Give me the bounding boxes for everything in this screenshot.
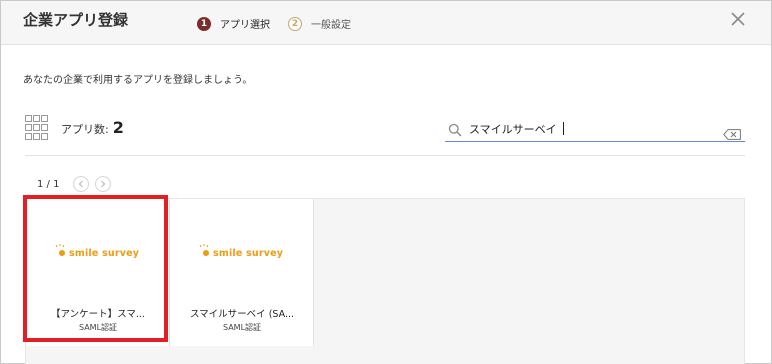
smile-survey-logo: smile survey bbox=[55, 244, 139, 260]
text-caret bbox=[563, 122, 564, 135]
app-count-value: 2 bbox=[112, 118, 124, 137]
step-label-1: アプリ選択 bbox=[220, 20, 270, 31]
chevron-right-icon[interactable] bbox=[95, 176, 112, 192]
app-count-label: アプリ数: bbox=[61, 123, 109, 136]
dialog-header: 企業アプリ登録 1 アプリ選択 2 一般設定 bbox=[1, 1, 771, 45]
app-list: smile survey 【アンケート】スマ... SAML認証 smile s… bbox=[25, 198, 745, 364]
dialog-title: 企業アプリ登録 bbox=[23, 11, 129, 29]
pagination: 1 / 1 bbox=[37, 176, 112, 192]
app-auth-type: SAML認証 bbox=[222, 323, 262, 332]
step-number-1: 1 bbox=[197, 16, 211, 31]
search-input[interactable] bbox=[469, 120, 719, 138]
app-auth-type: SAML認証 bbox=[78, 323, 118, 332]
app-name: 【アンケート】スマ... bbox=[51, 309, 145, 320]
step-label-2: 一般設定 bbox=[311, 20, 351, 31]
chevron-left-icon[interactable] bbox=[73, 176, 90, 192]
app-card[interactable]: smile survey 【アンケート】スマ... SAML認証 bbox=[26, 199, 170, 346]
page-indicator: 1 / 1 bbox=[37, 178, 60, 190]
search-box[interactable] bbox=[445, 118, 745, 142]
divider bbox=[25, 155, 745, 156]
close-icon[interactable] bbox=[729, 10, 747, 28]
search-icon bbox=[448, 122, 462, 137]
smile-survey-logo: smile survey bbox=[199, 244, 283, 260]
clear-input-icon[interactable] bbox=[723, 125, 741, 140]
app-registration-dialog: 企業アプリ登録 1 アプリ選択 2 一般設定 あなたの企業で利用するアプリを登録… bbox=[0, 0, 772, 364]
app-card[interactable]: smile survey スマイルサーベイ (SA... SAML認証 bbox=[170, 199, 314, 346]
grid-icon bbox=[25, 115, 49, 141]
app-name: スマイルサーベイ (SA... bbox=[189, 309, 295, 320]
step-number-2: 2 bbox=[288, 16, 302, 31]
app-count: アプリ数: 2 bbox=[61, 118, 124, 137]
step-general-settings: 2 一般設定 bbox=[288, 16, 351, 31]
step-app-selection: 1 アプリ選択 bbox=[197, 16, 270, 31]
page-description: あなたの企業で利用するアプリを登録しましょう。 bbox=[23, 75, 253, 86]
